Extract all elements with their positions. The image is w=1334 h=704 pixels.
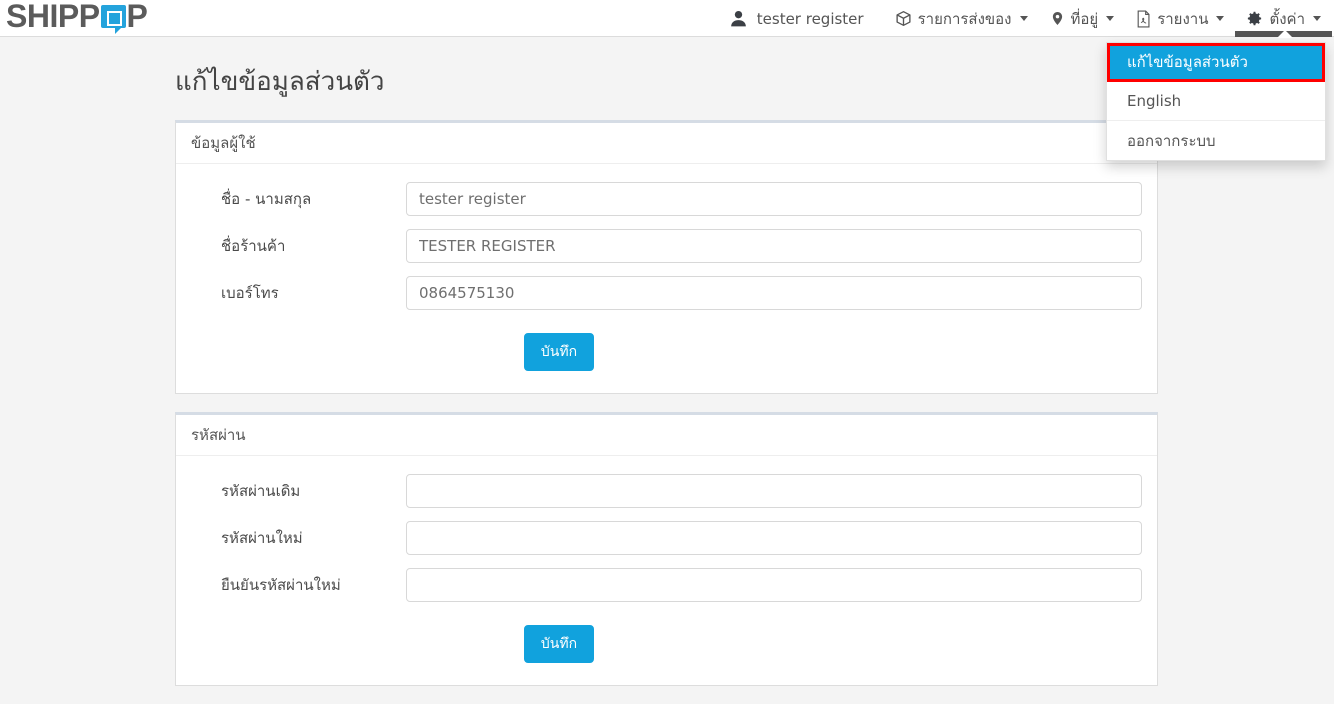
form-row-confirm-password: ยืนยันรหัสผ่านใหม่: [191, 568, 1142, 602]
chevron-down-icon: [1313, 16, 1321, 21]
fullname-input[interactable]: [406, 182, 1142, 216]
brand-text-after: P: [126, 0, 148, 34]
save-password-button[interactable]: บันทึก: [523, 625, 595, 663]
dropdown-item-english-label: English: [1127, 92, 1182, 110]
chevron-down-icon: [1019, 16, 1028, 21]
nav-item-report-label: รายงาน: [1157, 9, 1209, 28]
pdf-file-icon: [1136, 10, 1151, 28]
chat-bubble-icon: [100, 4, 126, 34]
user-icon: [728, 8, 749, 29]
top-navbar: SHIPP P tester register รายการส่งของ ที่อ…: [0, 0, 1334, 38]
new-password-input[interactable]: [406, 521, 1142, 555]
save-user-info-button[interactable]: บันทึก: [523, 333, 595, 371]
settings-dropdown-menu: แก้ไขข้อมูลส่วนตัว English ออกจากระบบ: [1106, 42, 1326, 161]
dropdown-item-logout-label: ออกจากระบบ: [1127, 131, 1216, 150]
password-panel: รหัสผ่าน รหัสผ่านเดิม รหัสผ่านใหม่ ยืนยั…: [175, 412, 1158, 686]
confirm-password-input[interactable]: [406, 568, 1142, 602]
page-title: แก้ไขข้อมูลส่วนตัว: [175, 67, 385, 97]
chevron-down-icon: [1106, 16, 1115, 21]
new-password-label: รหัสผ่านใหม่: [221, 529, 303, 547]
nav-item-settings-label: ตั้งค่า: [1269, 9, 1305, 28]
box-icon: [895, 10, 912, 27]
password-panel-body: รหัสผ่านเดิม รหัสผ่านใหม่ ยืนยันรหัสผ่าน…: [176, 456, 1157, 685]
navbar-user[interactable]: tester register: [717, 0, 884, 37]
dropdown-item-edit-profile-label: แก้ไขข้อมูลส่วนตัว: [1127, 53, 1248, 71]
nav-item-shipments[interactable]: รายการส่งของ: [884, 0, 1039, 37]
nav-item-settings[interactable]: ตั้งค่า: [1235, 0, 1332, 38]
gear-icon: [1246, 10, 1263, 27]
form-row-shopname: ชื่อร้านค้า: [191, 229, 1142, 263]
form-row-old-password: รหัสผ่านเดิม: [191, 474, 1142, 508]
dropdown-item-logout[interactable]: ออกจากระบบ: [1107, 121, 1325, 160]
user-info-panel-heading-label: ข้อมูลผู้ใช้: [191, 134, 256, 152]
user-info-panel-body: ชื่อ - นามสกุล ชื่อร้านค้า เบอร์โทร บันท…: [176, 164, 1157, 393]
shopname-input[interactable]: [406, 229, 1142, 263]
password-panel-heading: รหัสผ่าน: [176, 415, 1157, 456]
nav-item-address[interactable]: ที่อยู่: [1039, 0, 1126, 37]
password-panel-heading-label: รหัสผ่าน: [191, 426, 246, 444]
user-info-panel: ข้อมูลผู้ใช้ ชื่อ - นามสกุล ชื่อร้านค้า …: [175, 120, 1158, 394]
phone-input[interactable]: [406, 276, 1142, 310]
shopname-label: ชื่อร้านค้า: [221, 237, 286, 255]
nav-item-report[interactable]: รายงาน: [1125, 0, 1235, 37]
main-content: แก้ไขข้อมูลส่วนตัว ข้อมูลผู้ใช้ ชื่อ - น…: [175, 37, 1158, 704]
form-row-phone: เบอร์โทร: [191, 276, 1142, 310]
old-password-label: รหัสผ่านเดิม: [221, 482, 301, 500]
dropdown-item-english[interactable]: English: [1107, 82, 1325, 121]
phone-label: เบอร์โทร: [221, 284, 279, 302]
nav-item-shipments-label: รายการส่งของ: [917, 9, 1012, 28]
form-row-fullname: ชื่อ - นามสกุล: [191, 182, 1142, 216]
brand-text-before: SHIPP: [6, 0, 100, 34]
nav-item-address-label: ที่อยู่: [1070, 9, 1099, 28]
brand-logo[interactable]: SHIPP P: [6, 0, 148, 34]
user-info-panel-heading: ข้อมูลผู้ใช้: [176, 123, 1157, 164]
fullname-label: ชื่อ - นามสกุล: [221, 190, 312, 208]
old-password-input[interactable]: [406, 474, 1142, 508]
dropdown-item-edit-profile[interactable]: แก้ไขข้อมูลส่วนตัว: [1107, 43, 1325, 82]
confirm-password-label: ยืนยันรหัสผ่านใหม่: [221, 576, 341, 594]
chevron-down-icon: [1216, 16, 1225, 21]
map-marker-icon: [1050, 10, 1065, 27]
form-row-new-password: รหัสผ่านใหม่: [191, 521, 1142, 555]
password-actions: บันทึก: [191, 615, 1142, 663]
navbar-user-label: tester register: [756, 9, 864, 28]
active-nav-caret-icon: [1276, 30, 1293, 38]
navbar-right-group: tester register รายการส่งของ ที่อยู่ ราย…: [717, 0, 1332, 38]
user-info-actions: บันทึก: [191, 323, 1142, 371]
